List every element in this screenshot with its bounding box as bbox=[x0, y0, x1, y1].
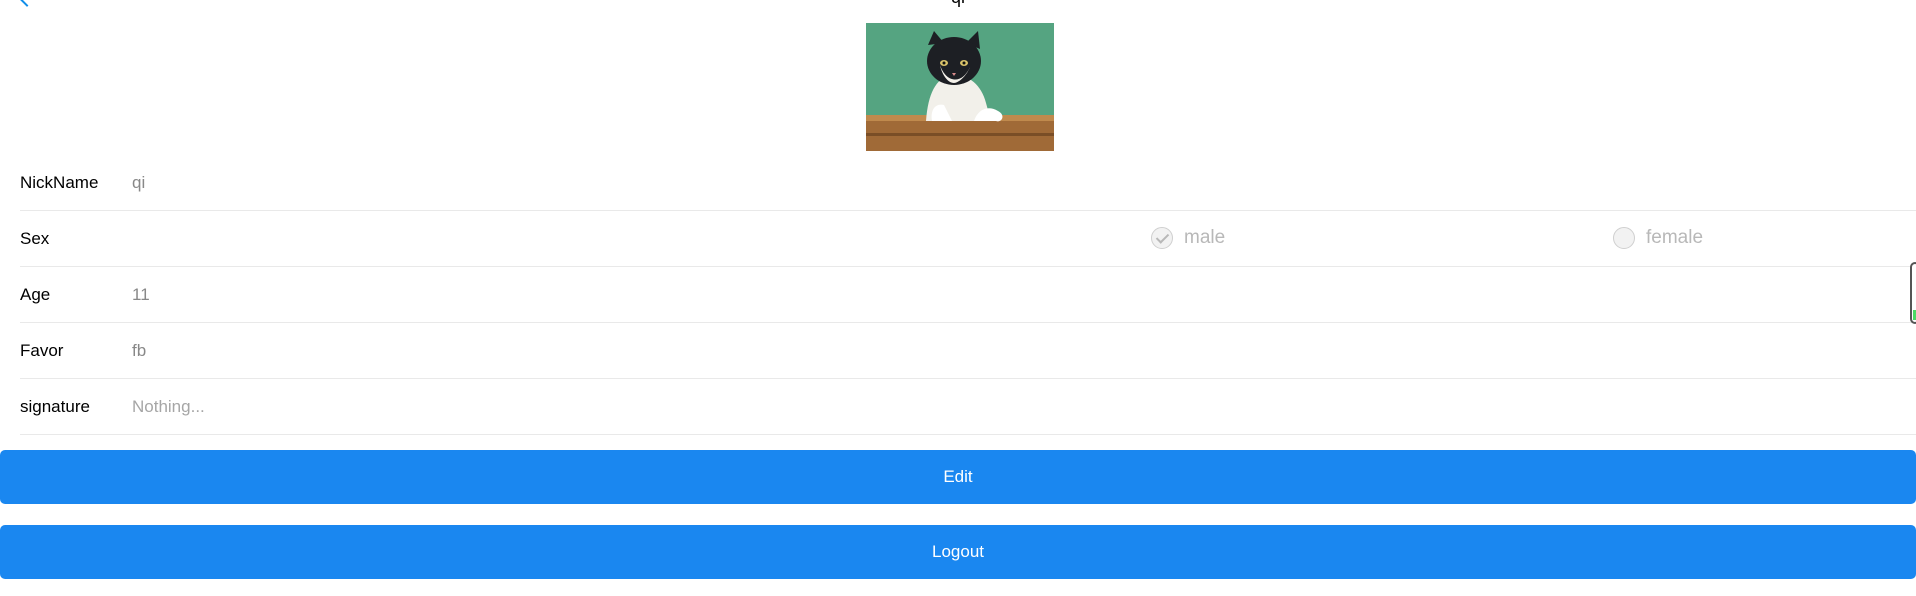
signature-field[interactable]: Nothing... bbox=[132, 397, 205, 417]
avatar[interactable] bbox=[866, 23, 1054, 151]
sex-radio-female[interactable]: female bbox=[1613, 227, 1703, 249]
nav-bar: qi bbox=[0, 0, 1916, 8]
sex-row: Sex male female bbox=[20, 211, 1916, 267]
age-row: Age 11 bbox=[20, 267, 1916, 323]
page-title: qi bbox=[0, 0, 1916, 8]
radio-label-female: female bbox=[1646, 227, 1704, 248]
favor-row: Favor fb bbox=[20, 323, 1916, 379]
signature-label: signature bbox=[20, 396, 90, 416]
age-label: Age bbox=[20, 284, 51, 304]
logout-button[interactable]: Logout bbox=[0, 525, 1916, 579]
radio-label-male: male bbox=[1184, 227, 1226, 248]
nickname-row: NickName qi bbox=[20, 155, 1916, 211]
nickname-label: NickName bbox=[20, 172, 99, 192]
edit-button[interactable]: Edit bbox=[0, 450, 1916, 504]
cat-photo-image bbox=[866, 23, 1054, 151]
sex-label: Sex bbox=[20, 228, 50, 248]
sex-radio-male[interactable]: male bbox=[1151, 227, 1225, 249]
favor-label: Favor bbox=[20, 340, 64, 360]
radio-checked-icon bbox=[1151, 227, 1173, 249]
favor-field[interactable]: fb bbox=[132, 341, 146, 361]
profile-form: NickName qi Sex male female Age 11 Favor… bbox=[20, 155, 1916, 435]
radio-unchecked-icon bbox=[1613, 227, 1635, 249]
age-field[interactable]: 11 bbox=[132, 285, 150, 305]
signature-row: signature Nothing... bbox=[20, 379, 1916, 435]
nickname-field[interactable]: qi bbox=[132, 173, 145, 193]
side-drag-handle[interactable] bbox=[1910, 262, 1916, 324]
